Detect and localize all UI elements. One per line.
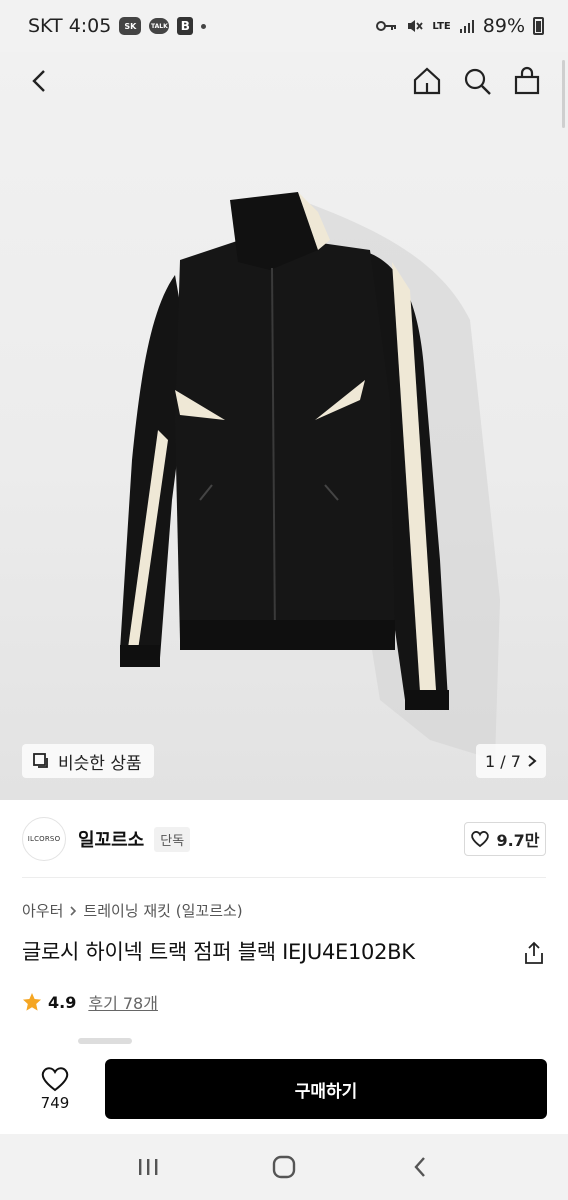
image-pager[interactable]: 1 / 7: [476, 744, 546, 778]
carrier-time: SKT 4:05: [28, 15, 112, 37]
exclusive-badge: 단독: [154, 826, 191, 852]
breadcrumb: 아우터 트레이닝 재킷 (일꼬르소): [22, 900, 243, 921]
battery-icon: [533, 17, 544, 35]
brand-like-count: 9.7만: [496, 831, 540, 850]
system-nav-bar: [0, 1134, 568, 1200]
copy-icon: [33, 753, 48, 768]
status-right: LTE 89%: [376, 15, 544, 37]
brand-like-button[interactable]: 9.7만: [464, 822, 546, 856]
lte-indicator: LTE: [432, 20, 451, 32]
recent-apps-icon[interactable]: [128, 1147, 168, 1187]
similar-products-button[interactable]: 비슷한 상품: [22, 744, 154, 778]
rating-value: 4.9: [48, 992, 77, 1012]
signal-icon: [459, 20, 474, 33]
b-app-icon: B: [177, 17, 194, 35]
wishlist-button[interactable]: 749: [22, 1066, 88, 1112]
top-nav: [0, 52, 568, 110]
battery-percent: 89%: [482, 15, 525, 37]
pager-text: 1 / 7: [485, 751, 521, 771]
product-title: 글로시 하이넥 트랙 점퍼 블랙 IEJU4E102BK: [22, 940, 415, 964]
heart-icon: [41, 1067, 69, 1092]
brand-row: ILCORSO 일꼬르소 단독 9.7만: [0, 800, 568, 878]
review-count-link[interactable]: 후기 78개: [88, 990, 158, 1014]
share-icon[interactable]: [522, 940, 546, 966]
similar-products-label: 비슷한 상품: [58, 753, 142, 774]
brand-name[interactable]: 일꼬르소: [78, 826, 144, 852]
sk-app-icon: SK: [119, 17, 142, 35]
search-icon[interactable]: [460, 64, 494, 98]
jacket-photo: [120, 192, 500, 760]
mute-icon: [408, 20, 424, 32]
purchase-bar: 749 구매하기: [0, 1044, 568, 1134]
product-image[interactable]: [0, 52, 568, 800]
star-icon: [23, 993, 41, 1011]
home-icon[interactable]: [410, 64, 444, 98]
home-button-icon[interactable]: [264, 1147, 304, 1187]
divider: [22, 877, 546, 878]
scroll-indicator: [562, 60, 565, 128]
brand-logo[interactable]: ILCORSO: [22, 817, 66, 861]
shopping-bag-icon[interactable]: [510, 64, 544, 98]
status-left: SKT 4:05 SK TALK B: [28, 15, 207, 37]
kakaotalk-icon: TALK: [149, 18, 170, 34]
buy-button[interactable]: 구매하기: [105, 1059, 547, 1119]
heart-icon: [471, 831, 490, 848]
status-bar: SKT 4:05 SK TALK B LTE 89%: [0, 0, 568, 52]
breadcrumb-category[interactable]: 아우터: [22, 900, 63, 921]
chevron-right-icon: [70, 905, 77, 916]
wishlist-count: 749: [40, 1094, 70, 1112]
system-back-icon[interactable]: [400, 1147, 440, 1187]
key-icon: [376, 21, 397, 31]
chevron-right-icon: [528, 755, 537, 767]
breadcrumb-subcategory[interactable]: 트레이닝 재킷 (일꼬르소): [83, 900, 242, 921]
rating-row: 4.9 후기 78개: [22, 990, 158, 1014]
notification-dot-icon: [201, 23, 207, 29]
back-arrow-icon[interactable]: [22, 64, 56, 98]
